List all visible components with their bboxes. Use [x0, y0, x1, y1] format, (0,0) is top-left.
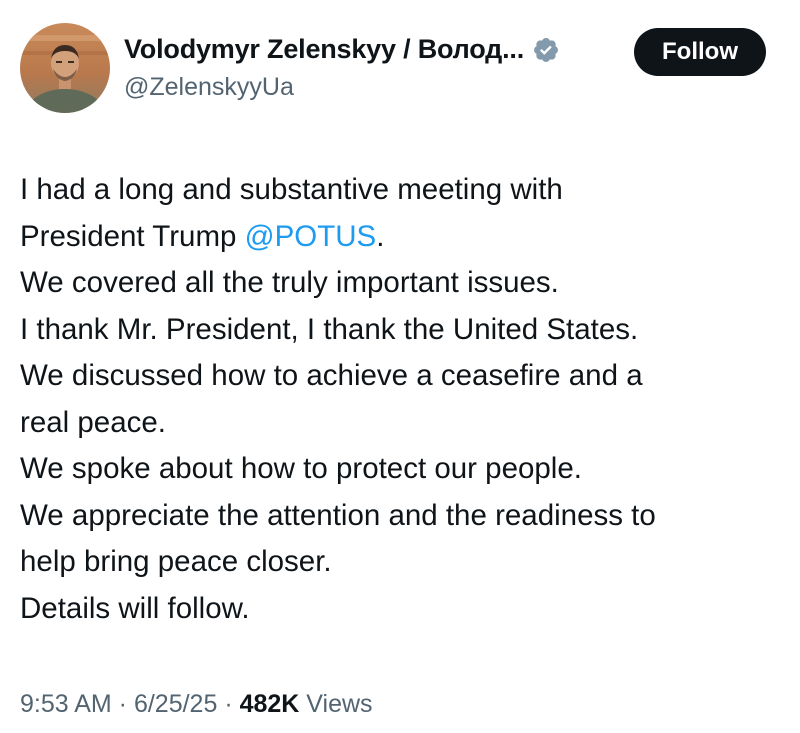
follow-button[interactable]: Follow — [634, 28, 766, 76]
views-count: 482K — [239, 690, 300, 718]
avatar-image — [20, 23, 110, 113]
tweet-line: We discussed how to achieve a ceasefire … — [20, 359, 643, 392]
tweet-line: We spoke about how to protect our people… — [20, 452, 582, 485]
meta-separator: · — [217, 690, 240, 718]
tweet-line: We appreciate the attention and the read… — [20, 498, 656, 532]
tweet-text: I had a long and substantive meeting wit… — [20, 167, 790, 632]
tweet-header: Volodymyr Zelenskyy / Волод... @Zelensky… — [0, 0, 800, 120]
tweet-text-fragment: President Trump — [20, 219, 245, 253]
tweet-line: I thank Mr. President, I thank the Unite… — [20, 312, 639, 346]
tweet-line: real peace. — [20, 405, 166, 439]
tweet-line: President Trump @POTUS. — [20, 214, 790, 261]
avatar[interactable] — [20, 23, 110, 113]
tweet-text-fragment: . — [376, 219, 385, 253]
tweet-line: Details will follow. — [20, 591, 250, 625]
meta-separator: · — [111, 690, 134, 718]
verified-badge-icon — [532, 36, 560, 64]
author-display-name[interactable]: Volodymyr Zelenskyy / Волод... — [124, 34, 524, 65]
author-handle[interactable]: @ZelenskyyUa — [124, 73, 294, 102]
views-label: Views — [299, 690, 373, 718]
mention-link[interactable]: @POTUS — [245, 220, 377, 253]
tweet-line: We covered all the truly important issue… — [20, 266, 559, 299]
tweet-time[interactable]: 9:53 AM — [20, 690, 112, 718]
tweet-metadata: 9:53 AM · 6/25/25 · 482K Views — [20, 690, 373, 719]
tweet-line: help bring peace closer. — [20, 545, 332, 578]
tweet-date[interactable]: 6/25/25 — [134, 690, 217, 718]
author-name-row: Volodymyr Zelenskyy / Волод... — [124, 34, 560, 65]
tweet-line: I had a long and substantive meeting wit… — [20, 173, 563, 206]
